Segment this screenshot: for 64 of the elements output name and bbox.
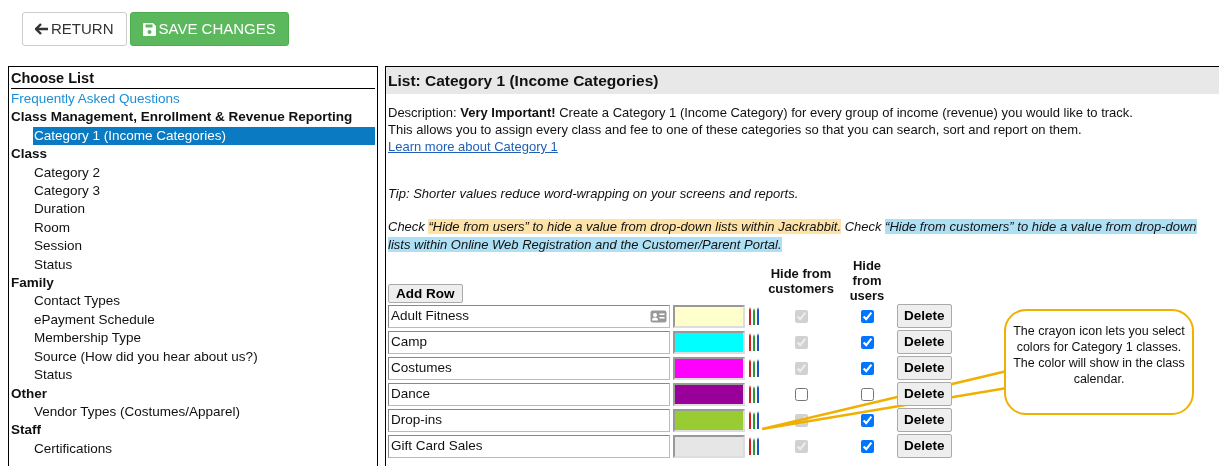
name-field[interactable]: Camp bbox=[388, 330, 670, 354]
list-item[interactable]: Room bbox=[33, 218, 375, 238]
name-field[interactable]: Costumes bbox=[388, 356, 670, 380]
color-swatch[interactable] bbox=[673, 356, 745, 380]
list-item[interactable]: Category 1 (Income Categories) bbox=[33, 126, 375, 146]
contact-card-icon[interactable] bbox=[650, 309, 667, 323]
column-header: Hide from users bbox=[848, 258, 886, 303]
list-item[interactable]: Category 3 bbox=[33, 182, 375, 201]
name-field[interactable]: Adult Fitness bbox=[388, 304, 670, 328]
panel-title: List: Category 1 (Income Categories) bbox=[386, 67, 1219, 94]
list-group-label: Class Management, Enrollment & Revenue Reporting bbox=[11, 108, 354, 127]
crayon-icon[interactable] bbox=[748, 436, 760, 456]
list-group-label: Class bbox=[11, 145, 49, 164]
delete-button[interactable]: Delete bbox=[897, 433, 952, 459]
delete-button[interactable]: Delete bbox=[897, 407, 952, 433]
return-button[interactable]: RETURN bbox=[22, 12, 127, 46]
delete-button[interactable]: Delete bbox=[897, 381, 952, 407]
list-item[interactable]: Vendor Types (Costumes/Apparel) bbox=[33, 402, 375, 422]
hide-from-users-checkbox[interactable] bbox=[860, 361, 874, 375]
name-field[interactable]: Dance bbox=[388, 382, 670, 406]
list-item[interactable]: Category 2 bbox=[33, 163, 375, 183]
crayon-icon[interactable] bbox=[748, 410, 760, 430]
faq-link[interactable]: Frequently Asked Questions bbox=[11, 91, 180, 106]
back-arrow-icon bbox=[35, 23, 48, 35]
crayon-icon[interactable] bbox=[748, 306, 760, 326]
color-swatch[interactable] bbox=[673, 382, 745, 406]
list-item[interactable]: Contact Types bbox=[33, 292, 375, 311]
column-header: Hide from customers bbox=[767, 265, 835, 296]
hide-from-customers-checkbox[interactable] bbox=[794, 387, 808, 401]
add-row-button[interactable]: Add Row bbox=[388, 284, 463, 303]
color-swatch[interactable] bbox=[673, 408, 745, 432]
list-group-label: Other bbox=[11, 384, 48, 403]
crayon-icon[interactable] bbox=[748, 358, 760, 378]
callout-text: The crayon icon lets you select colors for Category 1 classes. The color will show in the class calendar. bbox=[1004, 309, 1194, 415]
list-item[interactable]: Status bbox=[33, 255, 375, 275]
list-item[interactable]: Certifications bbox=[33, 439, 375, 459]
crayon-icon[interactable] bbox=[748, 384, 760, 404]
list-item[interactable]: Session bbox=[33, 237, 375, 256]
delete-button[interactable]: Delete bbox=[897, 355, 952, 381]
learn-more-link[interactable]: Learn more about Category 1 bbox=[388, 139, 558, 154]
hide-from-users-checkbox[interactable] bbox=[860, 413, 874, 427]
list-group-label: Staff bbox=[11, 421, 42, 440]
instructions-text: Check “Hide from users” to hide a value from drop-down lists within Jackrabbit. Check “Hide from customers” to hide a value from drop-down lists within Online Web Registration and the Customer/Parent Portal. bbox=[388, 218, 1198, 254]
list-item[interactable]: Status bbox=[33, 366, 375, 385]
delete-button[interactable]: Delete bbox=[897, 303, 952, 329]
list-item[interactable]: Source (How did you hear about us?) bbox=[33, 347, 375, 367]
list-item[interactable]: Membership Type bbox=[33, 329, 375, 348]
list-group-label: Family bbox=[11, 274, 55, 293]
description-text: Description: Very Important! Create a Category 1 (Income Category) for every group of income (revenue) you would like to track. This allows you to assign every class and fee to one of these categories so that you can search, sort and report on them. Learn more about Category 1 bbox=[388, 104, 1134, 155]
color-swatch[interactable] bbox=[673, 304, 745, 328]
hide-from-users-checkbox[interactable] bbox=[860, 309, 874, 323]
name-field[interactable]: Drop-ins bbox=[388, 408, 670, 432]
hide-from-users-checkbox[interactable] bbox=[860, 387, 874, 401]
hide-from-users-checkbox[interactable] bbox=[860, 439, 874, 453]
list-heading: Choose List bbox=[11, 68, 375, 89]
list-item[interactable]: ePayment Schedule bbox=[33, 310, 375, 330]
delete-button[interactable]: Delete bbox=[897, 329, 952, 355]
color-swatch[interactable] bbox=[673, 330, 745, 354]
color-swatch[interactable] bbox=[673, 434, 745, 458]
tip-text: Tip: Shorter values reduce word-wrapping on your screens and reports. bbox=[388, 185, 800, 202]
list-item[interactable]: Duration bbox=[33, 200, 375, 219]
crayon-icon[interactable] bbox=[748, 332, 760, 352]
hide-from-users-checkbox[interactable] bbox=[860, 335, 874, 349]
name-field[interactable]: Gift Card Sales bbox=[388, 434, 670, 458]
